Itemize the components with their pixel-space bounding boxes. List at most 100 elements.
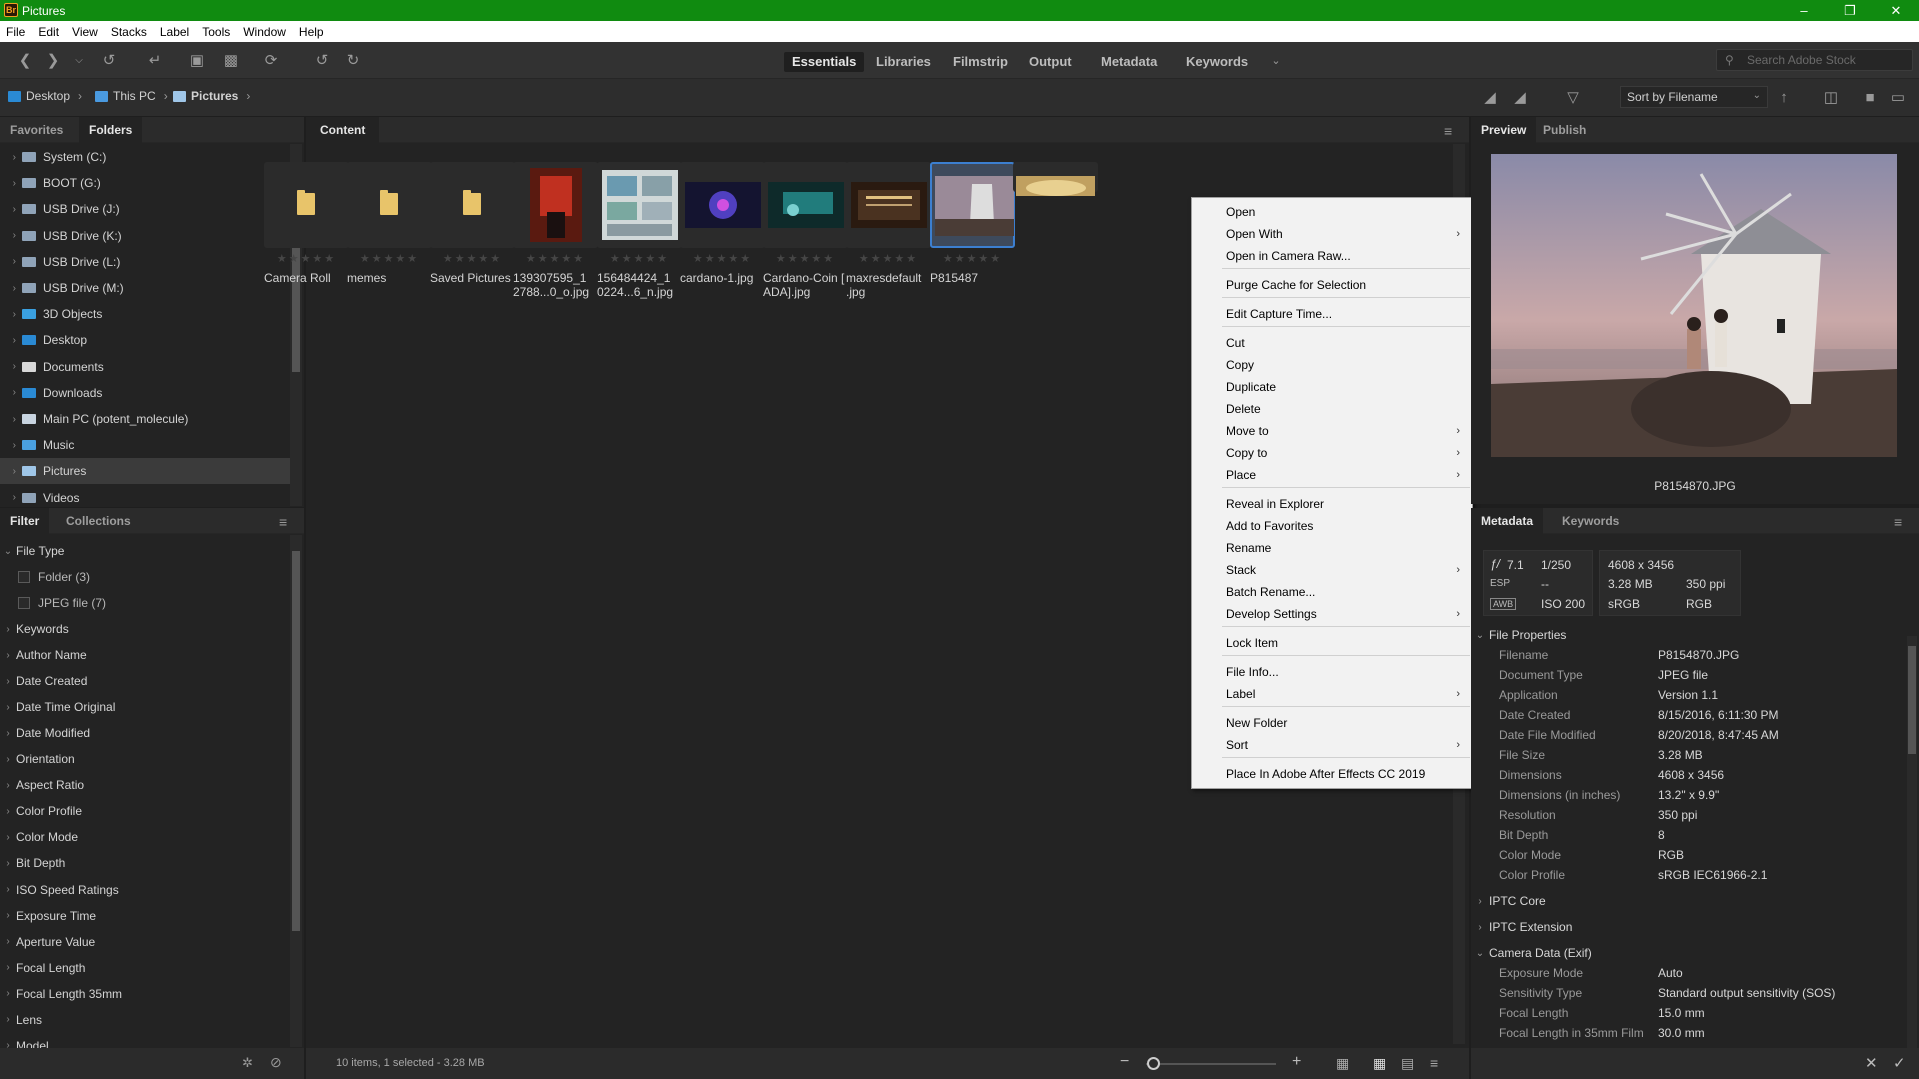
tab-libraries[interactable]: Libraries [868, 52, 939, 72]
menu-item-open[interactable]: Open [1192, 201, 1472, 223]
menu-item-reveal-in-explorer[interactable]: Reveal in Explorer [1192, 493, 1472, 515]
folder-item-music[interactable]: › Music [0, 432, 296, 458]
chevron-right-icon[interactable]: › [0, 204, 22, 215]
folder-item-usb-drive-j[interactable]: › USB Drive (J:) [0, 196, 296, 222]
image-thumbnail[interactable] [763, 162, 848, 248]
zoom-in-icon[interactable]: + [1292, 1053, 1301, 1071]
details-view-icon[interactable]: ▤ [1401, 1055, 1414, 1072]
menu-item-purge-cache-for-selection[interactable]: Purge Cache for Selection [1192, 274, 1472, 296]
section-iptc-extension[interactable]: › IPTC Extension [1471, 914, 1911, 940]
chevron-right-icon[interactable]: › [0, 492, 22, 503]
breadcrumb-pictures[interactable]: Pictures › [173, 89, 250, 103]
rotate-right-icon[interactable]: ↻ [344, 51, 362, 69]
zoom-out-icon[interactable]: − [1120, 1053, 1129, 1071]
chevron-down-icon[interactable]: ⌵ [70, 51, 88, 69]
rating-stars[interactable]: ★★★★★ [930, 252, 1015, 265]
menu-item-open-with[interactable]: Open With › [1192, 223, 1472, 245]
quality-icon[interactable]: ◢ [1481, 88, 1499, 106]
metadata-value[interactable]: Auto [1658, 966, 1683, 980]
folder-item-desktop[interactable]: › Desktop [0, 327, 296, 353]
folder-item-videos[interactable]: › Videos [0, 485, 296, 511]
sort-ascending-icon[interactable]: ↑ [1775, 88, 1793, 106]
filter-keywords[interactable]: › Keywords [0, 616, 296, 642]
metadata-value[interactable]: 15.0 mm [1658, 1006, 1705, 1020]
rating-stars[interactable]: ★★★★★ [347, 252, 432, 265]
filter-option-folder-3[interactable]: Folder (3) [0, 564, 296, 590]
refine-icon[interactable]: ▩ [222, 51, 240, 69]
cancel-icon[interactable]: ✕ [1865, 1054, 1878, 1072]
filter-aspect-ratio[interactable]: › Aspect Ratio [0, 772, 296, 798]
tab-output[interactable]: Output [1021, 52, 1080, 72]
filter-color-mode[interactable]: › Color Mode [0, 824, 296, 850]
tab-folders[interactable]: Folders [79, 117, 143, 143]
grid-view-icon[interactable]: ▦ [1336, 1055, 1349, 1072]
menu-item-lock-item[interactable]: Lock Item [1192, 632, 1472, 654]
chevron-right-icon[interactable]: › [0, 309, 22, 320]
rating-stars[interactable]: ★★★★★ [846, 252, 931, 265]
chevron-right-icon[interactable]: › [0, 283, 22, 294]
tab-favorites[interactable]: Favorites [0, 117, 73, 143]
filter-orientation[interactable]: › Orientation [0, 746, 296, 772]
metadata-scrollbar[interactable] [1907, 636, 1917, 1048]
forward-icon[interactable]: ❯ [44, 51, 62, 69]
folder-item-usb-drive-l[interactable]: › USB Drive (L:) [0, 249, 296, 275]
new-folder-icon[interactable]: ■ [1861, 88, 1879, 106]
menu-item-copy-to[interactable]: Copy to › [1192, 442, 1472, 464]
menu-item-cut[interactable]: Cut [1192, 332, 1472, 354]
filter-scrollbar[interactable] [290, 535, 302, 1047]
breadcrumb-desktop[interactable]: Desktop › [8, 89, 82, 103]
folder-item-usb-drive-m[interactable]: › USB Drive (M:) [0, 275, 296, 301]
chevron-right-icon[interactable]: › [0, 466, 22, 477]
menu-item-rename[interactable]: Rename [1192, 537, 1472, 559]
chevron-right-icon[interactable]: › [0, 152, 22, 163]
clear-filter-icon[interactable]: ⊘ [270, 1054, 282, 1071]
menu-edit[interactable]: Edit [38, 25, 59, 39]
tab-metadata[interactable]: Metadata [1093, 52, 1165, 72]
metadata-value[interactable]: 4608 x 3456 [1658, 768, 1724, 782]
chevron-right-icon[interactable]: › [0, 361, 22, 372]
filter-aperture-value[interactable]: › Aperture Value [0, 929, 296, 955]
rating-stars[interactable]: ★★★★★ [597, 252, 682, 265]
thumbnail-view-icon[interactable]: ▦ [1373, 1055, 1386, 1072]
image-thumbnail[interactable] [930, 162, 1015, 248]
metadata-value[interactable]: Version 1.1 [1658, 688, 1718, 702]
metadata-value[interactable]: 30.0 mm [1658, 1026, 1705, 1040]
menu-view[interactable]: View [72, 25, 98, 39]
back-icon[interactable]: ❮ [16, 51, 34, 69]
filter-file-type[interactable]: ⌄ File Type [0, 538, 296, 564]
slider-handle[interactable] [1147, 1057, 1160, 1070]
menu-item-move-to[interactable]: Move to › [1192, 420, 1472, 442]
folder-item-boot-g[interactable]: › BOOT (G:) [0, 170, 296, 196]
section-file-properties[interactable]: ⌄ File Properties [1471, 622, 1911, 648]
folder-thumbnail[interactable] [347, 162, 432, 248]
folder-item-3d-objects[interactable]: › 3D Objects [0, 301, 296, 327]
image-thumbnail[interactable] [680, 162, 765, 248]
menu-item-duplicate[interactable]: Duplicate [1192, 376, 1472, 398]
filter-date-modified[interactable]: › Date Modified [0, 720, 296, 746]
rating-stars[interactable]: ★★★★★ [430, 252, 515, 265]
image-thumbnail[interactable] [846, 162, 931, 248]
menu-item-place-in-adobe-after-effects-cc-2019[interactable]: Place In Adobe After Effects CC 2019 [1192, 763, 1472, 785]
folder-thumbnail[interactable] [430, 162, 515, 248]
image-thumbnail[interactable] [513, 162, 598, 248]
list-view-icon[interactable]: ≡ [1430, 1055, 1438, 1071]
filter-lens[interactable]: › Lens [0, 1007, 296, 1033]
stock-search-input[interactable]: ⚲ Search Adobe Stock [1716, 49, 1913, 71]
menu-item-add-to-favorites[interactable]: Add to Favorites [1192, 515, 1472, 537]
restore-icon[interactable]: ❐ [1827, 0, 1873, 21]
pin-icon[interactable]: ✲ [242, 1055, 253, 1071]
metadata-value[interactable]: 13.2" x 9.9" [1658, 788, 1719, 802]
section-camera-data-exif[interactable]: ⌄ Camera Data (Exif) [1471, 940, 1911, 966]
sort-dropdown[interactable]: Sort by Filename ⌄ [1620, 86, 1768, 108]
chevron-right-icon[interactable]: › [0, 230, 22, 241]
thumbnail-size-slider[interactable] [1146, 1063, 1276, 1065]
menu-item-delete[interactable]: Delete [1192, 398, 1472, 420]
menu-item-edit-capture-time[interactable]: Edit Capture Time... [1192, 303, 1472, 325]
metadata-value[interactable]: Standard output sensitivity (SOS) [1658, 986, 1835, 1000]
camera-icon[interactable]: ▣ [188, 51, 206, 69]
menu-item-batch-rename[interactable]: Batch Rename... [1192, 581, 1472, 603]
quality-options-icon[interactable]: ◢ [1511, 88, 1529, 106]
panel-menu-icon[interactable]: ≡ [1894, 514, 1902, 530]
filter-icon[interactable]: ▽ [1564, 88, 1582, 106]
checkbox[interactable] [18, 597, 30, 609]
